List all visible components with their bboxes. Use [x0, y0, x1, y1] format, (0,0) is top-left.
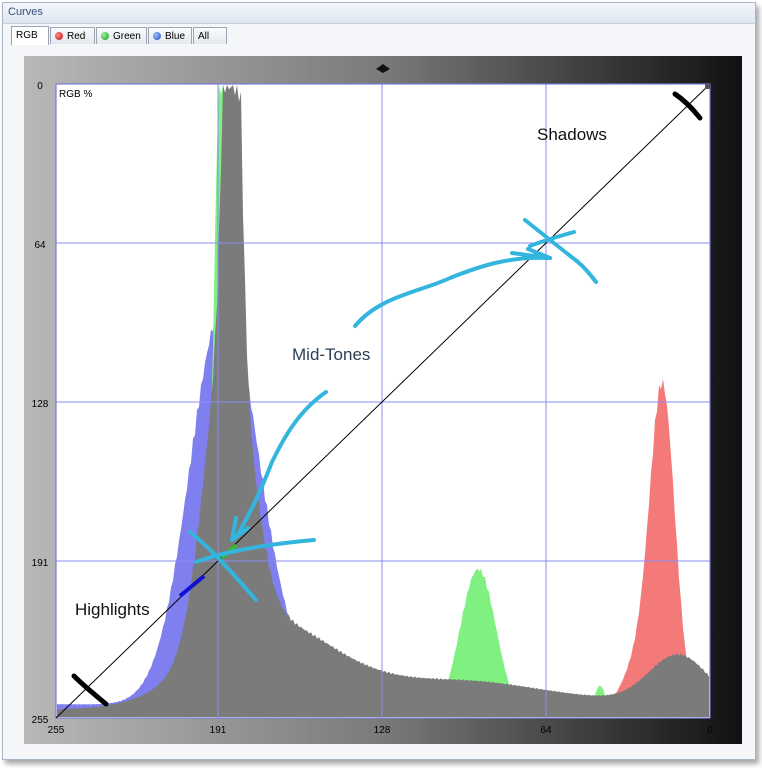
x-tick-191: 191 — [210, 725, 227, 736]
y-tick-191: 191 — [32, 558, 49, 569]
x-tick-128: 128 — [374, 725, 391, 736]
x-tick-0: 0 — [707, 725, 713, 736]
x-tick-64: 64 — [540, 725, 552, 736]
x-tick-255: 255 — [48, 725, 65, 736]
highlights-label: Highlights — [75, 600, 150, 619]
y-tick-64: 64 — [34, 240, 46, 251]
y-tick-128: 128 — [32, 399, 49, 410]
midtones-label: Mid-Tones — [292, 345, 370, 364]
shadows-label: Shadows — [537, 125, 607, 144]
curves-graph[interactable]: Shadows Mid-Tones Highlights RGB % 0 64 … — [0, 0, 762, 768]
y-tick-0: 0 — [37, 81, 43, 92]
y-tick-255: 255 — [32, 715, 49, 726]
curve-endpoint-handle[interactable] — [705, 84, 710, 89]
channel-label: RGB % — [59, 89, 92, 100]
